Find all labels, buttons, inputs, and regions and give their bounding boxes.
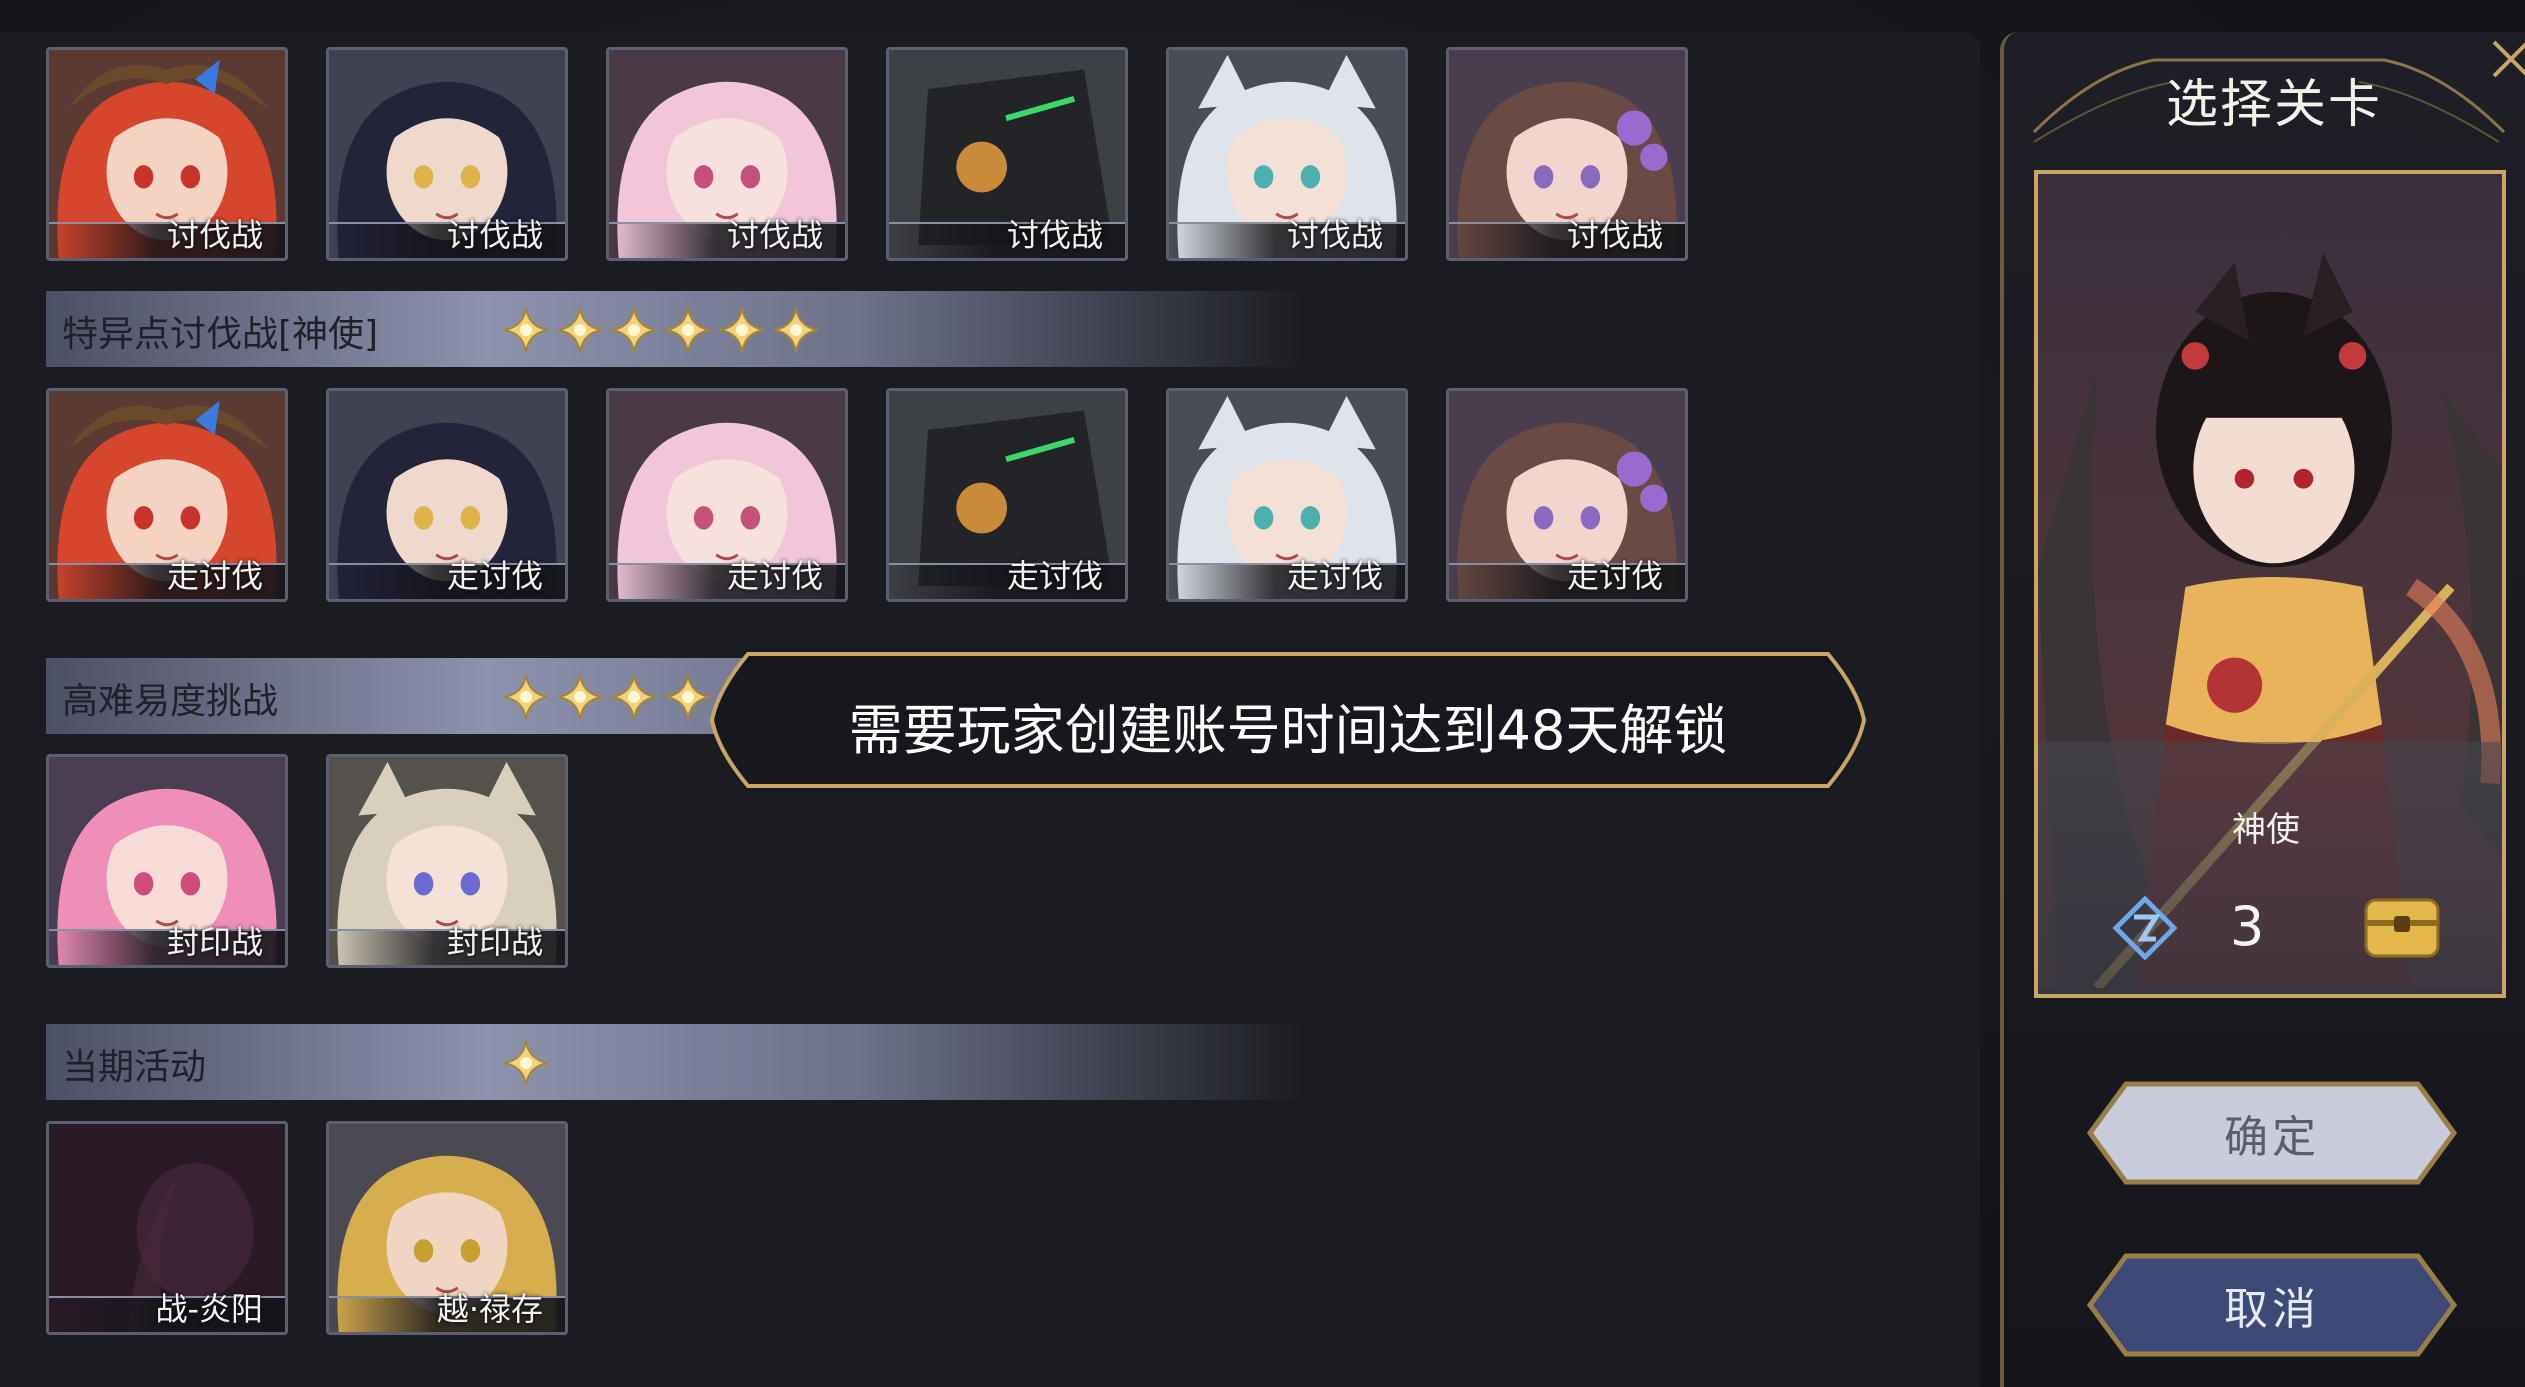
stage-card-label: 走讨伐 [1566,557,1663,595]
stage-card-label: 走讨伐 [726,557,823,595]
panel-title: 选择关卡 [2166,75,2383,135]
star-icon [719,307,765,353]
stage-card-label-band: 走讨伐 [1449,557,1685,599]
stage-card-label-band: 走讨伐 [889,557,1125,599]
stage-card[interactable]: 讨伐战 [1166,47,1408,261]
close-icon[interactable] [2488,36,2525,82]
stage-card[interactable]: 讨伐战 [886,47,1128,261]
stage-card[interactable]: 走讨伐 [1446,388,1688,602]
stage-card-label-band: 讨伐战 [49,216,285,258]
stage-card[interactable]: 走讨伐 [326,388,568,602]
confirm-button[interactable]: 确定 [2086,1078,2458,1188]
stage-card[interactable]: 讨伐战 [606,47,848,261]
stage-card-label-band: 讨伐战 [609,216,845,258]
stage-card-label: 讨伐战 [726,216,823,254]
stage-card-label: 越·禄存 [436,1290,543,1328]
stage-card-label-band: 讨伐战 [1449,216,1685,258]
stage-card-label: 讨伐战 [166,216,263,254]
difficulty-stars [501,1038,551,1088]
stage-card-label: 走讨伐 [1006,557,1103,595]
stage-card-label-band: 战-炎阳 [49,1290,285,1332]
star-icon [503,307,549,353]
stage-card-label-band: 封印战 [49,923,285,965]
stage-card[interactable]: 讨伐战 [46,47,288,261]
stage-card-label: 讨伐战 [1566,216,1663,254]
section-title: 特异点讨伐战[神使] [62,314,379,355]
star-icon [557,674,603,720]
stage-card-label-band: 讨伐战 [889,216,1125,258]
star-icon [611,674,657,720]
cancel-button[interactable]: 取消 [2086,1250,2458,1360]
section-title: 当期活动 [62,1047,207,1088]
stage-card[interactable]: 讨伐战 [326,47,568,261]
stage-card[interactable]: 封印战 [46,754,288,968]
toast-message: 需要玩家创建账号时间达到48天解锁 [848,699,1728,762]
stage-card[interactable]: 走讨伐 [1166,388,1408,602]
stage-card-label-band: 讨伐战 [1169,216,1405,258]
star-icon [611,307,657,353]
unlock-toast: 需要玩家创建账号时间达到48天解锁 [708,650,1868,790]
star-icon [557,307,603,353]
star-icon [665,674,711,720]
treasure-chest-icon[interactable] [2362,890,2442,962]
stage-card-label-band: 越·禄存 [329,1290,565,1332]
difficulty-stars [501,305,821,355]
stage-card-label: 讨伐战 [1286,216,1383,254]
stage-card[interactable]: 讨伐战 [1446,47,1688,261]
stage-card-label-band: 讨伐战 [329,216,565,258]
stage-card-label-band: 走讨伐 [1169,557,1405,599]
star-icon [665,307,711,353]
section-header-shenshi: 特异点讨伐战[神使] [46,291,1306,367]
section-header-event: 当期活动 [46,1024,1306,1100]
cancel-button-label: 取消 [2224,1284,2320,1335]
star-icon [503,1040,549,1086]
star-icon [773,307,819,353]
confirm-button-label: 确定 [2224,1112,2320,1163]
stage-card[interactable]: 越·禄存 [326,1121,568,1335]
stage-card[interactable]: 走讨伐 [886,388,1128,602]
stage-card-label: 讨伐战 [446,216,543,254]
stage-card-label: 封印战 [166,923,263,961]
stage-cost-count: 3 [2230,895,2265,958]
boss-name: 神使 [2232,810,2300,850]
stage-card-label: 战-炎阳 [155,1290,263,1328]
stage-card[interactable]: 封印战 [326,754,568,968]
stage-card[interactable]: 走讨伐 [46,388,288,602]
star-icon [503,674,549,720]
stage-card-label: 走讨伐 [166,557,263,595]
stage-card-label: 走讨伐 [446,557,543,595]
stage-card[interactable]: 战-炎阳 [46,1121,288,1335]
stage-card[interactable]: 走讨伐 [606,388,848,602]
stage-token-icon [2112,895,2178,961]
stage-card-label: 封印战 [446,923,543,961]
stage-card-label-band: 走讨伐 [609,557,845,599]
stage-card-label-band: 封印战 [329,923,565,965]
stage-card-label-band: 走讨伐 [49,557,285,599]
stage-card-label-band: 走讨伐 [329,557,565,599]
section-title: 高难易度挑战 [62,681,279,722]
stage-card-label: 讨伐战 [1006,216,1103,254]
stage-card-label: 走讨伐 [1286,557,1383,595]
